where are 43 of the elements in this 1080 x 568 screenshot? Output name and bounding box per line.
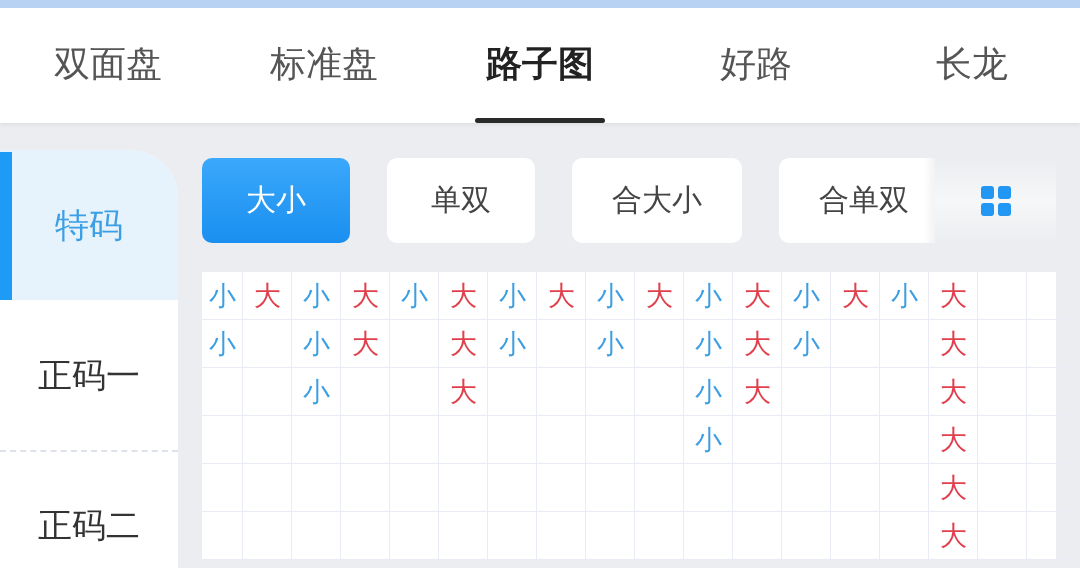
grid-icon xyxy=(980,185,1011,216)
road-cell: 大 xyxy=(635,272,683,320)
road-cell: 大 xyxy=(929,320,977,368)
road-cell: 小 xyxy=(684,416,732,464)
road-cell: 大 xyxy=(733,272,781,320)
road-cell: 小 xyxy=(202,272,242,320)
tab[interactable]: 标准盘 xyxy=(216,8,432,123)
road-cell: 大 xyxy=(439,320,487,368)
road-cell: 大 xyxy=(243,272,291,320)
road-cell: 小 xyxy=(782,272,830,320)
road-cell: 大 xyxy=(929,368,977,416)
tab[interactable]: 好路 xyxy=(648,8,864,123)
road-cell: 小 xyxy=(684,368,732,416)
road-cell: 小 xyxy=(684,320,732,368)
road-cell: 小 xyxy=(880,272,928,320)
tab[interactable]: 双面盘 xyxy=(0,8,216,123)
road-cell: 大 xyxy=(929,464,977,512)
filter-chip[interactable]: 单双 xyxy=(387,158,535,243)
road-cell: 小 xyxy=(586,320,634,368)
road-cell: 小 xyxy=(488,320,536,368)
road-cell: 大 xyxy=(929,416,977,464)
road-cell: 小 xyxy=(292,368,340,416)
road-cell: 小 xyxy=(390,272,438,320)
road-cell: 大 xyxy=(341,320,389,368)
road-cell: 小 xyxy=(292,272,340,320)
road-cell: 大 xyxy=(733,368,781,416)
road-cell: 小 xyxy=(684,272,732,320)
road-cell: 大 xyxy=(439,272,487,320)
road-cell: 小 xyxy=(488,272,536,320)
road-cell: 大 xyxy=(733,320,781,368)
road-cell: 大 xyxy=(537,272,585,320)
road-cell: 大 xyxy=(439,368,487,416)
road-cell: 大 xyxy=(831,272,879,320)
tab[interactable]: 长龙 xyxy=(864,8,1080,123)
road-cell: 大 xyxy=(341,272,389,320)
tab[interactable]: 路子图 xyxy=(432,8,648,123)
road-cell: 大 xyxy=(929,512,977,560)
road-cell: 小 xyxy=(586,272,634,320)
road-cell: 小 xyxy=(292,320,340,368)
road-cell: 大 xyxy=(929,272,977,320)
road-cell: 小 xyxy=(782,320,830,368)
road-cell: 小 xyxy=(202,320,242,368)
filter-chip[interactable]: 合大小 xyxy=(572,158,742,243)
